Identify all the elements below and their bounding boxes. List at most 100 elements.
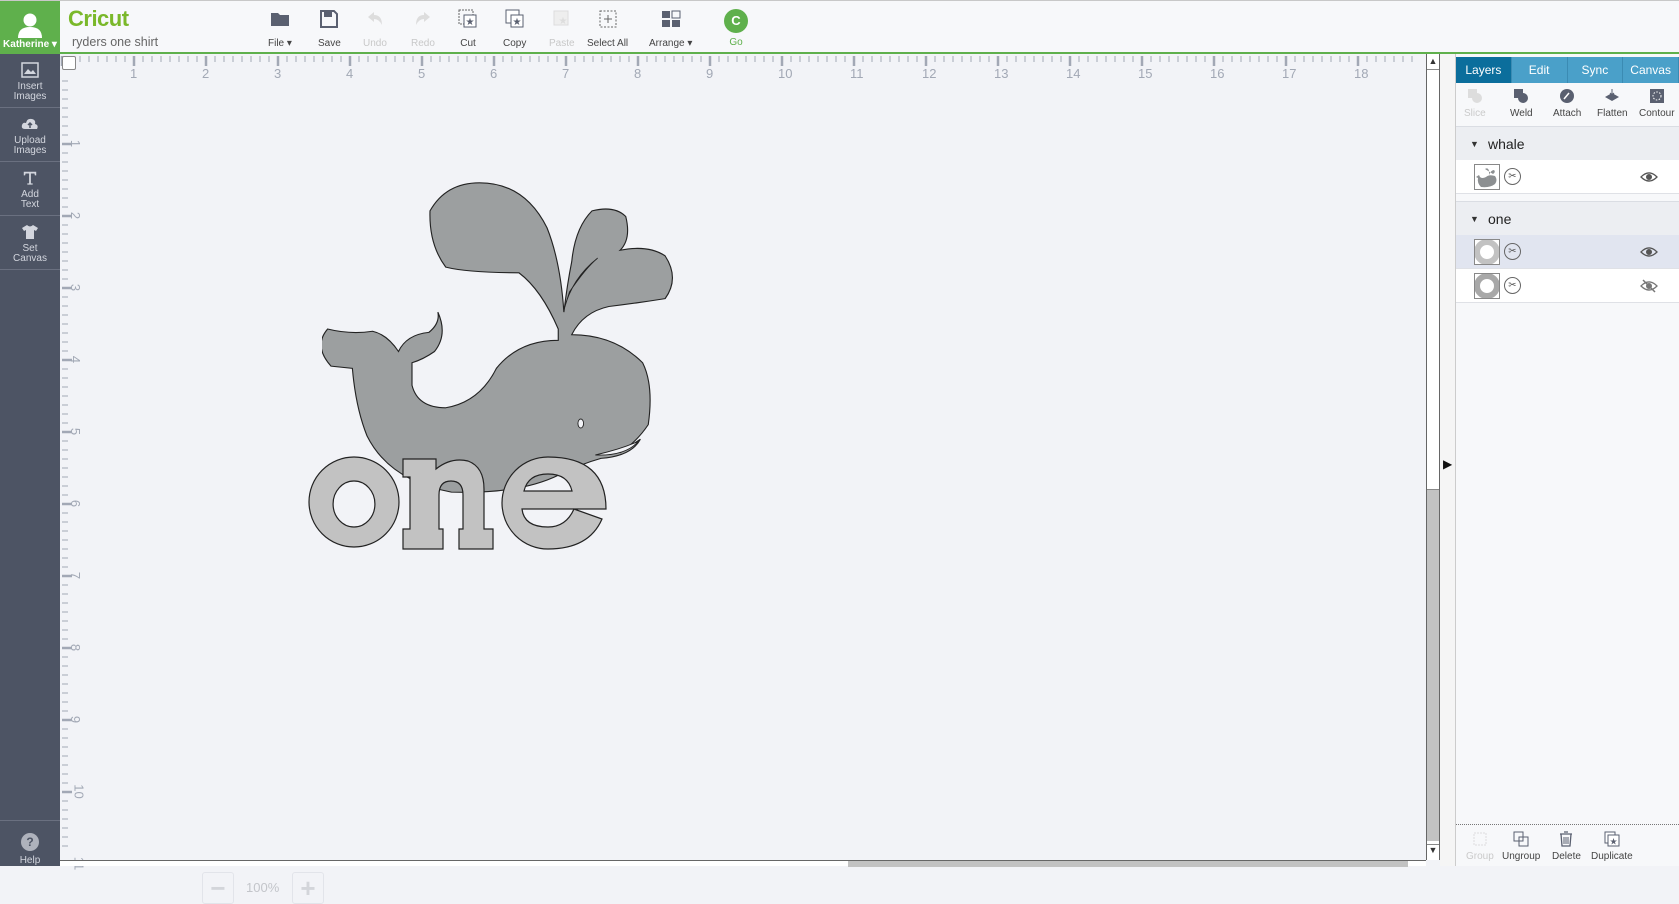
ruler-label: 11 — [850, 66, 864, 81]
cut-operation-icon[interactable]: ✂ — [1504, 243, 1521, 260]
file-menu-button[interactable]: File ▾ — [268, 9, 292, 49]
visible-eye-icon[interactable] — [1640, 244, 1658, 260]
layer-row[interactable]: ✂ — [1456, 160, 1679, 194]
ruler-corner — [62, 56, 76, 70]
help-icon: ? — [21, 833, 39, 851]
ruler-label: 12 — [922, 66, 937, 81]
ruler-label: 8 — [68, 643, 84, 652]
ruler-label: 5 — [418, 66, 426, 81]
scroll-down-arrow-icon[interactable]: ▼ — [1427, 844, 1439, 858]
sidebar-item-add-text[interactable]: Add Text — [0, 162, 60, 216]
zoom-in-button[interactable]: + — [292, 872, 324, 904]
layer-row[interactable]: ✂ — [1456, 269, 1679, 303]
ruler-label: 1 — [130, 66, 138, 81]
svg-text:★: ★ — [512, 17, 521, 28]
vertical-scroll-thumb[interactable] — [1427, 489, 1439, 841]
help-button[interactable]: ? Help — [0, 820, 60, 866]
ruler-label: 1 — [68, 139, 84, 148]
scroll-up-arrow-icon[interactable]: ▲ — [1427, 56, 1439, 70]
attach-icon — [1560, 89, 1575, 103]
undo-button[interactable]: Undo — [363, 9, 387, 49]
go-button[interactable]: C Go — [724, 9, 748, 48]
duplicate-button[interactable]: ★ Duplicate — [1591, 831, 1633, 862]
select-all-button[interactable]: Select All — [587, 9, 628, 49]
delete-button[interactable]: Delete — [1552, 831, 1581, 862]
layer-thumbnail — [1474, 239, 1500, 265]
ring-thumbnail-icon — [1474, 273, 1500, 299]
arrange-menu-button[interactable]: Arrange ▾ — [649, 9, 692, 49]
flatten-icon — [1605, 89, 1620, 101]
left-sidebar: Insert Images Upload Images Add Text Set… — [0, 54, 60, 866]
project-name[interactable]: ryders one shirt — [72, 35, 158, 49]
ruler-label: 4 — [346, 66, 354, 81]
weld-button[interactable]: Weld — [1510, 88, 1533, 119]
layer-row-selected[interactable]: ✂ — [1456, 235, 1679, 269]
attach-button[interactable]: Attach — [1553, 88, 1581, 119]
trash-icon — [1560, 831, 1573, 847]
cricut-logo: Cricut — [68, 6, 129, 31]
cut-button[interactable]: ★ Cut — [458, 9, 478, 49]
tab-sync[interactable]: Sync — [1567, 57, 1624, 83]
save-button[interactable]: Save — [318, 9, 341, 49]
sidebar-item-insert-images[interactable]: Insert Images — [0, 54, 60, 108]
flatten-button[interactable]: Flatten — [1597, 88, 1628, 119]
svg-text:★: ★ — [1609, 837, 1617, 847]
layer-tools: Slice Weld Attach Flatten Contour — [1456, 88, 1679, 130]
one-text-object[interactable] — [306, 449, 616, 569]
whale-image[interactable] — [322, 164, 682, 494]
ruler-label: 2 — [202, 66, 210, 81]
sidebar-item-upload-images[interactable]: Upload Images — [0, 108, 60, 162]
sidebar-item-set-canvas[interactable]: Set Canvas — [0, 216, 60, 270]
tshirt-icon — [22, 225, 38, 239]
top-toolbar: Katherine ▾ Cricut ryders one shirt File… — [0, 0, 1679, 55]
hidden-eye-icon[interactable] — [1640, 278, 1658, 294]
slice-button[interactable]: Slice — [1464, 88, 1486, 119]
horizontal-scroll-thumb[interactable] — [848, 861, 1408, 867]
select-all-icon — [599, 10, 617, 28]
user-menu[interactable]: Katherine ▾ — [0, 1, 60, 55]
ruler-label: 4 — [68, 355, 84, 364]
folder-icon — [270, 13, 289, 26]
cloud-upload-icon — [21, 118, 38, 129]
cut-operation-icon[interactable]: ✂ — [1504, 277, 1521, 294]
ruler-label: 15 — [1138, 66, 1153, 81]
user-avatar-icon — [18, 13, 42, 38]
ungroup-button[interactable]: Ungroup — [1502, 831, 1540, 862]
cricut-go-icon: C — [724, 9, 748, 33]
paste-button[interactable]: ★ Paste — [549, 9, 575, 49]
layer-group-one[interactable]: ▼ one — [1456, 201, 1679, 235]
expand-triangle-icon[interactable]: ▼ — [1470, 127, 1479, 161]
slice-icon — [1467, 89, 1482, 103]
panel-tabs: Layers Edit Sync Canvas — [1456, 57, 1679, 83]
copy-button[interactable]: ★ Copy — [503, 9, 526, 49]
panel-collapse-strip[interactable]: ▶ — [1440, 54, 1456, 866]
tab-edit[interactable]: Edit — [1511, 57, 1568, 83]
ruler-label: 3 — [68, 283, 84, 292]
collapse-panel-arrow-icon[interactable]: ▶ — [1443, 457, 1452, 471]
group-button[interactable]: Group — [1466, 831, 1494, 862]
horizontal-scrollbar[interactable] — [60, 860, 1426, 867]
weld-icon — [1514, 89, 1529, 103]
visible-eye-icon[interactable] — [1640, 169, 1658, 185]
contour-button[interactable]: Contour — [1639, 88, 1675, 119]
ruler-label: 9 — [706, 66, 714, 81]
tab-layers[interactable]: Layers — [1456, 57, 1512, 83]
save-icon — [320, 10, 339, 28]
group-icon — [1473, 832, 1487, 846]
ring-thumbnail-icon — [1474, 239, 1500, 265]
ruler-label: 10 — [71, 784, 87, 799]
ungroup-icon — [1513, 831, 1529, 847]
expand-triangle-icon[interactable]: ▼ — [1470, 202, 1479, 236]
layer-group-whale[interactable]: ▼ whale — [1456, 126, 1679, 160]
ruler-label: 2 — [68, 211, 84, 220]
layer-thumbnail — [1474, 164, 1500, 190]
tab-canvas[interactable]: Canvas — [1623, 57, 1679, 83]
design-canvas[interactable]: 1234567891011121314151617181 12345678910… — [60, 54, 1433, 904]
svg-text:★: ★ — [558, 16, 567, 27]
vertical-scrollbar[interactable]: ▲ ▼ — [1426, 54, 1440, 860]
ruler-label: 13 — [994, 66, 1009, 81]
zoom-out-button[interactable]: − — [202, 872, 234, 904]
redo-button[interactable]: Redo — [411, 9, 435, 49]
cut-operation-icon[interactable]: ✂ — [1504, 168, 1521, 185]
ruler-label: 10 — [778, 66, 793, 81]
